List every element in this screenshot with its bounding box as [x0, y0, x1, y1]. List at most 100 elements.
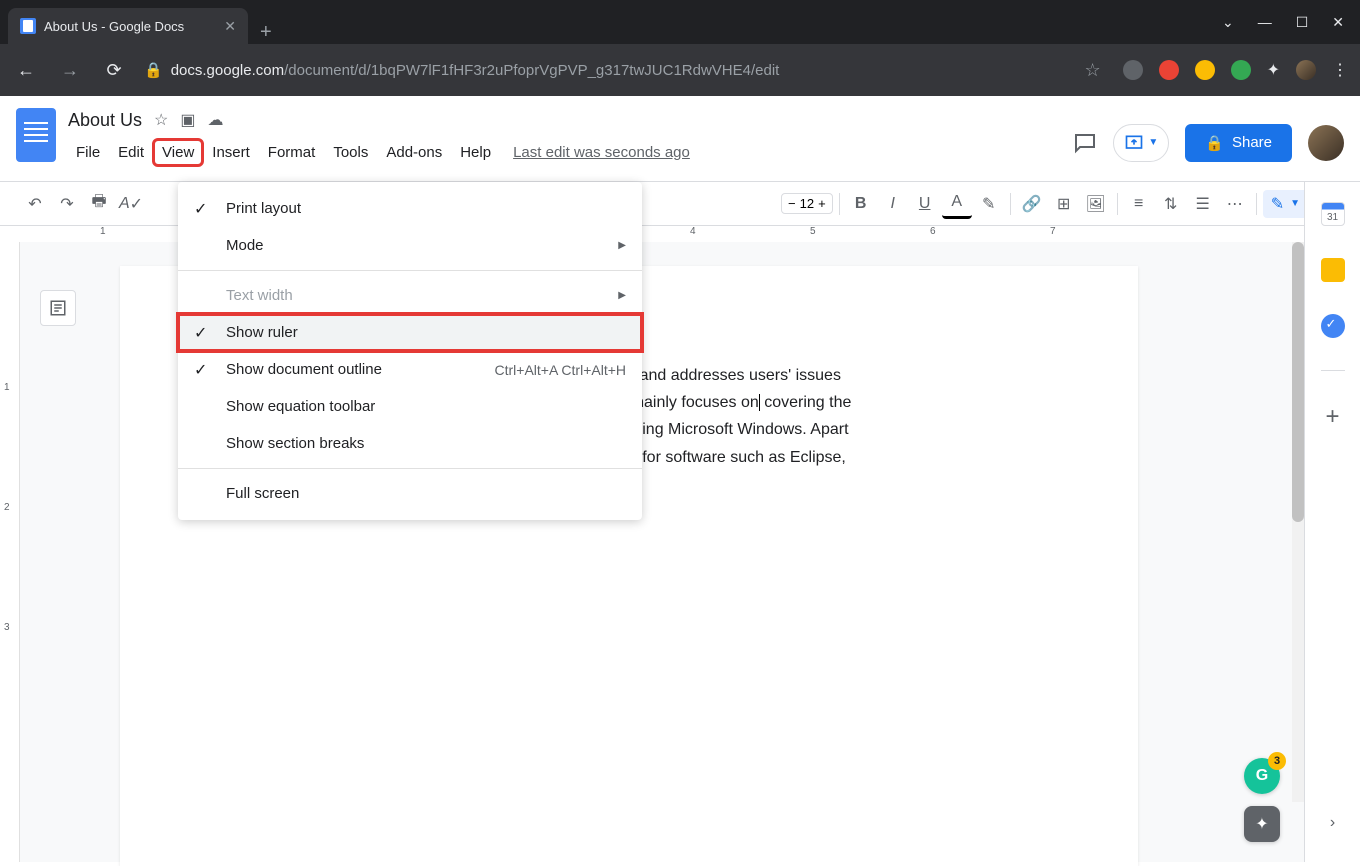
- menu-text-width: Text width ▶: [178, 277, 642, 314]
- tab-close-icon[interactable]: ✕: [224, 18, 236, 35]
- profile-avatar-icon[interactable]: [1296, 60, 1316, 80]
- menu-format[interactable]: Format: [260, 140, 324, 165]
- menu-tools[interactable]: Tools: [325, 140, 376, 165]
- add-addon-button[interactable]: +: [1325, 403, 1339, 431]
- document-text[interactable]: users and addresses users' issues blog m…: [596, 362, 1042, 471]
- highlight-button[interactable]: ✎: [974, 189, 1004, 219]
- bookmark-star-icon[interactable]: ☆: [1079, 60, 1107, 81]
- explore-button[interactable]: ✦: [1244, 806, 1280, 842]
- chevron-down-icon: ▼: [1290, 198, 1300, 209]
- menu-full-screen[interactable]: Full screen: [178, 475, 642, 512]
- last-edit-label[interactable]: Last edit was seconds ago: [513, 144, 690, 161]
- ruler-mark: 4: [690, 226, 696, 237]
- menu-print-layout[interactable]: ✓ Print layout: [178, 190, 642, 227]
- document-title[interactable]: About Us: [68, 110, 142, 131]
- ruler-mark: 5: [810, 226, 816, 237]
- submenu-arrow-icon: ▶: [618, 240, 626, 251]
- chevron-down-icon: ▼: [1148, 137, 1158, 148]
- redo-button[interactable]: ↷: [52, 189, 82, 219]
- menu-file[interactable]: File: [68, 140, 108, 165]
- chrome-menu-icon[interactable]: ⋮: [1332, 60, 1348, 80]
- move-folder-icon[interactable]: ▣: [180, 110, 195, 130]
- print-button[interactable]: 🖶: [84, 189, 114, 219]
- extension-icon-4[interactable]: [1231, 60, 1251, 80]
- lock-icon: 🔒: [144, 61, 163, 79]
- reload-button[interactable]: ⟳: [100, 60, 128, 81]
- docs-logo-icon[interactable]: [16, 108, 56, 162]
- share-button[interactable]: 🔒 Share: [1185, 124, 1292, 162]
- insert-comment-button[interactable]: ⊞: [1049, 189, 1079, 219]
- vertical-scrollbar[interactable]: [1292, 242, 1304, 802]
- line-spacing-button[interactable]: ⇅: [1156, 189, 1186, 219]
- present-button[interactable]: ▼: [1113, 124, 1169, 162]
- menu-show-section-breaks[interactable]: Show section breaks: [178, 425, 642, 462]
- forward-button[interactable]: →: [56, 60, 84, 81]
- insert-link-button[interactable]: 🔗: [1017, 189, 1047, 219]
- text-color-button[interactable]: A: [942, 189, 972, 219]
- extension-icon-3[interactable]: [1195, 60, 1215, 80]
- pencil-icon: ✎: [1271, 194, 1284, 214]
- underline-button[interactable]: U: [910, 189, 940, 219]
- insert-image-button[interactable]: 🖼: [1081, 189, 1111, 219]
- sidebar-separator: [1321, 370, 1345, 371]
- extension-icon-1[interactable]: [1123, 60, 1143, 80]
- keep-icon[interactable]: [1321, 258, 1345, 282]
- undo-button[interactable]: ↶: [20, 189, 50, 219]
- italic-button[interactable]: I: [878, 189, 908, 219]
- ruler-mark: 6: [930, 226, 936, 237]
- menu-help[interactable]: Help: [452, 140, 499, 165]
- titlebar: About Us - Google Docs ✕ + ⌄ — ☐ ✕: [0, 0, 1360, 44]
- comments-icon[interactable]: [1073, 131, 1097, 155]
- side-panel: + ›: [1304, 182, 1360, 862]
- menu-addons[interactable]: Add-ons: [378, 140, 450, 165]
- close-window-button[interactable]: ✕: [1332, 14, 1344, 31]
- tab-search-icon[interactable]: ⌄: [1222, 14, 1234, 31]
- docs-title-area: About Us ☆ ▣ ☁ File Edit View Insert For…: [68, 104, 1061, 181]
- url-host: docs.google.com: [171, 62, 284, 79]
- grammarly-badge[interactable]: G 3: [1244, 758, 1280, 794]
- menu-show-document-outline[interactable]: ✓ Show document outline Ctrl+Alt+A Ctrl+…: [178, 351, 642, 388]
- extensions-puzzle-icon[interactable]: ✦: [1267, 60, 1280, 80]
- cloud-status-icon[interactable]: ☁: [208, 110, 224, 130]
- browser-tab[interactable]: About Us - Google Docs ✕: [8, 8, 248, 44]
- check-icon: ✓: [194, 360, 207, 380]
- list-button[interactable]: ☰: [1188, 189, 1218, 219]
- vertical-ruler[interactable]: 1 2 3: [0, 242, 20, 862]
- scrollbar-thumb[interactable]: [1292, 242, 1304, 522]
- address-bar[interactable]: 🔒 docs.google.com/document/d/1bqPW7lF1fH…: [144, 61, 1063, 79]
- minimize-button[interactable]: —: [1258, 14, 1272, 31]
- maximize-button[interactable]: ☐: [1296, 14, 1309, 31]
- menu-separator: [178, 468, 642, 469]
- tasks-icon[interactable]: [1321, 314, 1345, 338]
- user-avatar[interactable]: [1308, 125, 1344, 161]
- new-tab-button[interactable]: +: [248, 21, 284, 44]
- spellcheck-button[interactable]: A✓: [116, 189, 146, 219]
- ruler-mark: 1: [4, 382, 10, 393]
- menu-show-equation-toolbar[interactable]: Show equation toolbar: [178, 388, 642, 425]
- menu-separator: [178, 270, 642, 271]
- menu-mode[interactable]: Mode ▶: [178, 227, 642, 264]
- extension-icons: ✦ ⋮: [1123, 60, 1348, 80]
- menu-edit[interactable]: Edit: [110, 140, 152, 165]
- menu-insert[interactable]: Insert: [204, 140, 258, 165]
- more-tools-button[interactable]: ⋯: [1220, 189, 1250, 219]
- docs-header: About Us ☆ ▣ ☁ File Edit View Insert For…: [0, 96, 1360, 182]
- ruler-mark: 2: [4, 502, 10, 513]
- editing-mode-button[interactable]: ✎ ▼: [1263, 190, 1308, 218]
- align-button[interactable]: ≡: [1124, 189, 1154, 219]
- back-button[interactable]: ←: [12, 60, 40, 81]
- view-dropdown-menu: ✓ Print layout Mode ▶ Text width ▶ ✓ Sho…: [178, 182, 642, 520]
- grammarly-count: 3: [1268, 752, 1286, 770]
- bold-button[interactable]: B: [846, 189, 876, 219]
- calendar-icon[interactable]: [1321, 202, 1345, 226]
- hide-sidepanel-button[interactable]: ›: [1330, 814, 1335, 832]
- star-icon[interactable]: ☆: [154, 110, 168, 130]
- check-icon: ✓: [194, 323, 207, 343]
- menu-view[interactable]: View: [154, 140, 202, 165]
- menu-show-ruler[interactable]: ✓ Show ruler: [178, 314, 642, 351]
- extension-icon-2[interactable]: [1159, 60, 1179, 80]
- browser-chrome: About Us - Google Docs ✕ + ⌄ — ☐ ✕ ← → ⟳…: [0, 0, 1360, 96]
- show-outline-button[interactable]: [40, 290, 76, 326]
- keyboard-shortcut: Ctrl+Alt+A Ctrl+Alt+H: [495, 362, 627, 378]
- font-size-input[interactable]: − 12 +: [781, 193, 833, 214]
